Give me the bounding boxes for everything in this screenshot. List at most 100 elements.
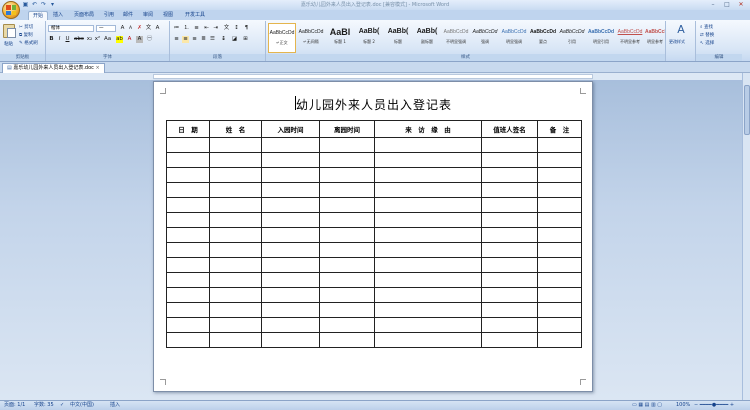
- header-exit-time[interactable]: 离园时间: [319, 120, 375, 138]
- shrink-font-icon[interactable]: A: [127, 25, 134, 32]
- table-cell[interactable]: [537, 137, 582, 153]
- table-cell[interactable]: [166, 182, 210, 198]
- table-cell[interactable]: [481, 137, 538, 153]
- view-buttons[interactable]: ▭ ▦ ▤ ▥ ▢: [632, 401, 662, 410]
- table-cell[interactable]: [374, 197, 482, 213]
- table-cell[interactable]: [481, 257, 538, 273]
- table-cell[interactable]: [319, 317, 375, 333]
- table-cell[interactable]: [166, 167, 210, 183]
- table-cell[interactable]: [481, 227, 538, 243]
- table-cell[interactable]: [319, 272, 375, 288]
- style-normal[interactable]: AaBbCcDd ↵正文: [268, 23, 296, 53]
- table-cell[interactable]: [209, 302, 262, 318]
- style-intense-reference[interactable]: AaBbCcDd 明显参考: [645, 23, 665, 53]
- subscript-button[interactable]: x₂: [86, 36, 93, 43]
- tab-mailings[interactable]: 邮件: [120, 11, 136, 20]
- table-cell[interactable]: [537, 242, 582, 258]
- table-cell[interactable]: [209, 212, 262, 228]
- table-cell[interactable]: [481, 272, 538, 288]
- table-cell[interactable]: [374, 167, 482, 183]
- find-button[interactable]: ⌕ 查找: [700, 24, 713, 30]
- font-name-select[interactable]: 楷体: [48, 25, 94, 32]
- table-cell[interactable]: [209, 137, 262, 153]
- table-cell[interactable]: [166, 302, 210, 318]
- table-cell[interactable]: [261, 272, 320, 288]
- table-cell[interactable]: [166, 287, 210, 303]
- table-cell[interactable]: [319, 212, 375, 228]
- format-painter-button[interactable]: ✎ 格式刷: [19, 40, 38, 46]
- table-cell[interactable]: [209, 227, 262, 243]
- table-cell[interactable]: [209, 272, 262, 288]
- borders-icon[interactable]: ⊞: [242, 36, 249, 43]
- vertical-scrollbar[interactable]: [742, 73, 750, 400]
- table-cell[interactable]: [374, 182, 482, 198]
- grow-font-icon[interactable]: A: [119, 25, 126, 32]
- select-button[interactable]: ↖ 选择: [700, 40, 714, 46]
- table-cell[interactable]: [374, 302, 482, 318]
- table-cell[interactable]: [481, 332, 538, 348]
- table-cell[interactable]: [537, 182, 582, 198]
- font-color-button[interactable]: A: [126, 36, 133, 43]
- shading-icon[interactable]: ◪: [231, 36, 238, 43]
- copy-button[interactable]: ⧉ 复制: [19, 32, 33, 38]
- word-count[interactable]: 字数: 35: [34, 401, 54, 410]
- table-cell[interactable]: [166, 257, 210, 273]
- strikethrough-button[interactable]: abc: [74, 36, 84, 43]
- table-cell[interactable]: [537, 167, 582, 183]
- italic-button[interactable]: I: [56, 36, 63, 43]
- change-styles-icon[interactable]: A: [674, 24, 688, 36]
- zoom-slider[interactable]: − ━━━━●━━━━ +: [694, 401, 734, 410]
- table-cell[interactable]: [166, 137, 210, 153]
- table-cell[interactable]: [209, 332, 262, 348]
- table-cell[interactable]: [481, 152, 538, 168]
- table-cell[interactable]: [261, 332, 320, 348]
- table-cell[interactable]: [319, 227, 375, 243]
- table-cell[interactable]: [537, 197, 582, 213]
- table-cell[interactable]: [209, 167, 262, 183]
- table-cell[interactable]: [374, 212, 482, 228]
- table-cell[interactable]: [261, 287, 320, 303]
- table-cell[interactable]: [261, 227, 320, 243]
- style-heading-1[interactable]: AaBl 标题 1: [326, 23, 354, 53]
- change-styles-button[interactable]: 更改样式: [669, 39, 685, 45]
- close-button[interactable]: ✕: [734, 0, 748, 9]
- table-cell[interactable]: [374, 137, 482, 153]
- table-cell[interactable]: [319, 152, 375, 168]
- table-cell[interactable]: [481, 212, 538, 228]
- table-cell[interactable]: [537, 212, 582, 228]
- close-tab-icon[interactable]: ×: [96, 65, 100, 71]
- style-subtitle[interactable]: AaBb(副标题: [413, 23, 441, 53]
- table-cell[interactable]: [209, 257, 262, 273]
- insert-mode[interactable]: 插入: [110, 401, 120, 410]
- bullets-icon[interactable]: ≔: [173, 25, 180, 32]
- table-cell[interactable]: [261, 152, 320, 168]
- proofing-icon[interactable]: ✓: [60, 401, 64, 410]
- table-cell[interactable]: [481, 287, 538, 303]
- tab-references[interactable]: 引用: [101, 11, 117, 20]
- style-strong[interactable]: AaBbCcDd 要点: [529, 23, 557, 53]
- table-cell[interactable]: [209, 152, 262, 168]
- style-emphasis[interactable]: AaBbCcDd 强调: [471, 23, 499, 53]
- registration-table[interactable]: 日 期 姓 名 入园时间 离园时间 来 访 缘 由 值班人签名 备 注: [166, 120, 582, 348]
- table-cell[interactable]: [319, 167, 375, 183]
- table-cell[interactable]: [319, 287, 375, 303]
- header-name[interactable]: 姓 名: [209, 120, 262, 138]
- table-cell[interactable]: [481, 242, 538, 258]
- table-cell[interactable]: [481, 317, 538, 333]
- superscript-button[interactable]: x²: [94, 36, 101, 43]
- minimize-button[interactable]: –: [706, 0, 720, 9]
- table-cell[interactable]: [319, 137, 375, 153]
- table-cell[interactable]: [481, 182, 538, 198]
- table-cell[interactable]: [481, 167, 538, 183]
- justify-icon[interactable]: ≣: [200, 36, 207, 43]
- office-button[interactable]: [2, 1, 20, 19]
- table-cell[interactable]: [261, 242, 320, 258]
- char-border-icon[interactable]: A: [154, 25, 161, 32]
- table-cell[interactable]: [166, 212, 210, 228]
- decrease-indent-icon[interactable]: ⇤: [203, 25, 210, 32]
- style-intense-emphasis[interactable]: AaBbCcDd 明显强调: [500, 23, 528, 53]
- table-cell[interactable]: [537, 152, 582, 168]
- table-cell[interactable]: [209, 182, 262, 198]
- table-cell[interactable]: [261, 317, 320, 333]
- document-page[interactable]: 幼儿园外来人员出入登记表 日 期 姓 名 入园时间 离园时间 来 访 缘 由 值…: [153, 81, 593, 392]
